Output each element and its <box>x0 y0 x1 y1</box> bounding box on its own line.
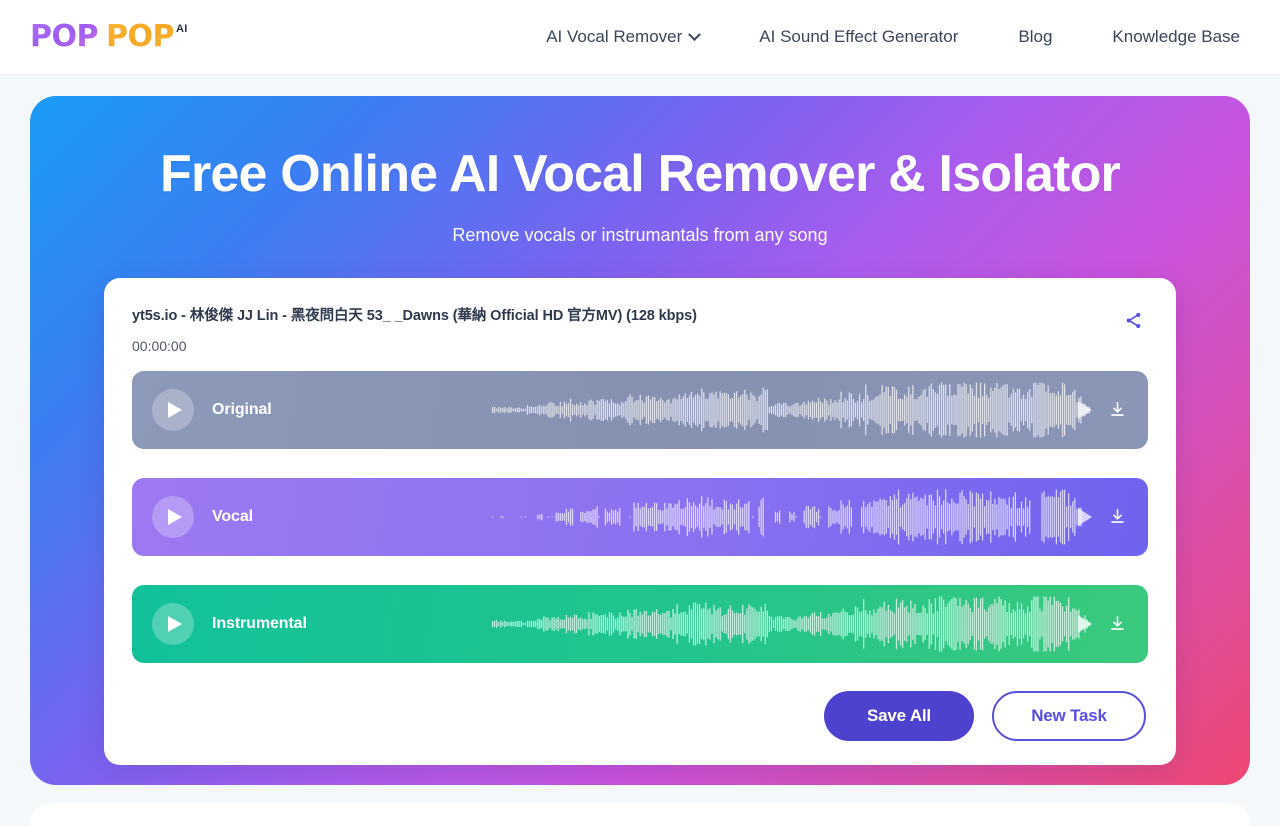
share-icon <box>1126 313 1140 329</box>
download-button-instrumental[interactable] <box>1102 609 1132 639</box>
waveform-svg <box>492 596 1092 652</box>
download-icon <box>1110 509 1124 524</box>
site-logo[interactable]: POP POP AI <box>30 22 188 52</box>
download-button-vocal[interactable] <box>1102 502 1132 532</box>
save-all-button[interactable]: Save All <box>824 690 974 741</box>
new-task-button[interactable]: New Task <box>992 690 1146 741</box>
waveform-instrumental[interactable] <box>321 594 1092 654</box>
track-list: Original Vocal Instrumental <box>132 370 1148 663</box>
track-row-vocal[interactable]: Vocal <box>132 477 1148 556</box>
hero-banner: Free Online AI Vocal Remover & Isolator … <box>30 96 1250 785</box>
track-metadata: yt5s.io - 林俊傑 JJ Lin - 黑夜問白天 53_ _Dawns … <box>132 304 1118 354</box>
logo-word-secondary: POP <box>105 19 174 54</box>
site-header: POP POP AI AI Vocal Remover AI Sound Eff… <box>0 0 1280 75</box>
waveform-vocal[interactable] <box>267 487 1092 547</box>
main-navigation: AI Vocal Remover AI Sound Effect Generat… <box>516 19 1248 55</box>
track-row-instrumental[interactable]: Instrumental <box>132 584 1148 663</box>
card-actions: Save All New Task <box>132 690 1148 741</box>
nav-item-label: Knowledge Base <box>1112 27 1240 46</box>
nav-item-knowledge-base[interactable]: Knowledge Base <box>1082 19 1248 55</box>
track-label-original: Original <box>212 400 272 418</box>
track-label-vocal: Vocal <box>212 507 254 525</box>
nav-item-label: Blog <box>1018 27 1053 46</box>
play-button-instrumental[interactable] <box>152 602 194 645</box>
next-section-card <box>30 803 1250 826</box>
nav-item-label: AI Sound Effect Generator <box>759 27 959 46</box>
nav-item-ai-sound-effect-generator[interactable]: AI Sound Effect Generator <box>729 19 988 55</box>
waveform-svg <box>492 382 1092 438</box>
play-button-original[interactable] <box>152 388 194 431</box>
nav-item-blog[interactable]: Blog <box>988 19 1082 55</box>
waveform-svg <box>492 489 1092 545</box>
nav-item-label: AI Vocal Remover <box>546 27 683 46</box>
page-subtitle: Remove vocals or instrumantals from any … <box>452 224 828 245</box>
download-button-original[interactable] <box>1102 395 1132 425</box>
play-icon <box>168 508 182 525</box>
nav-item-ai-vocal-remover[interactable]: AI Vocal Remover <box>516 19 729 55</box>
track-label-instrumental: Instrumental <box>212 614 307 632</box>
track-header: yt5s.io - 林俊傑 JJ Lin - 黑夜問白天 53_ _Dawns … <box>132 304 1148 354</box>
waveform-original[interactable] <box>286 380 1092 440</box>
track-timestamp: 00:00:00 <box>132 337 187 354</box>
share-button[interactable] <box>1118 306 1148 336</box>
logo-word-primary: POP <box>30 19 98 54</box>
download-icon <box>1110 616 1124 631</box>
play-icon <box>168 401 182 418</box>
play-icon <box>168 615 182 632</box>
chevron-down-icon <box>688 27 702 41</box>
play-button-vocal[interactable] <box>152 495 194 538</box>
track-row-original[interactable]: Original <box>132 370 1148 449</box>
audio-player-card: yt5s.io - 林俊傑 JJ Lin - 黑夜問白天 53_ _Dawns … <box>104 277 1176 765</box>
track-title: yt5s.io - 林俊傑 JJ Lin - 黑夜問白天 53_ _Dawns … <box>132 307 697 324</box>
logo-superscript-ai: AI <box>175 23 188 35</box>
hero-wrapper: Free Online AI Vocal Remover & Isolator … <box>0 75 1280 826</box>
page-title: Free Online AI Vocal Remover & Isolator <box>160 145 1121 203</box>
download-icon <box>1110 402 1124 417</box>
